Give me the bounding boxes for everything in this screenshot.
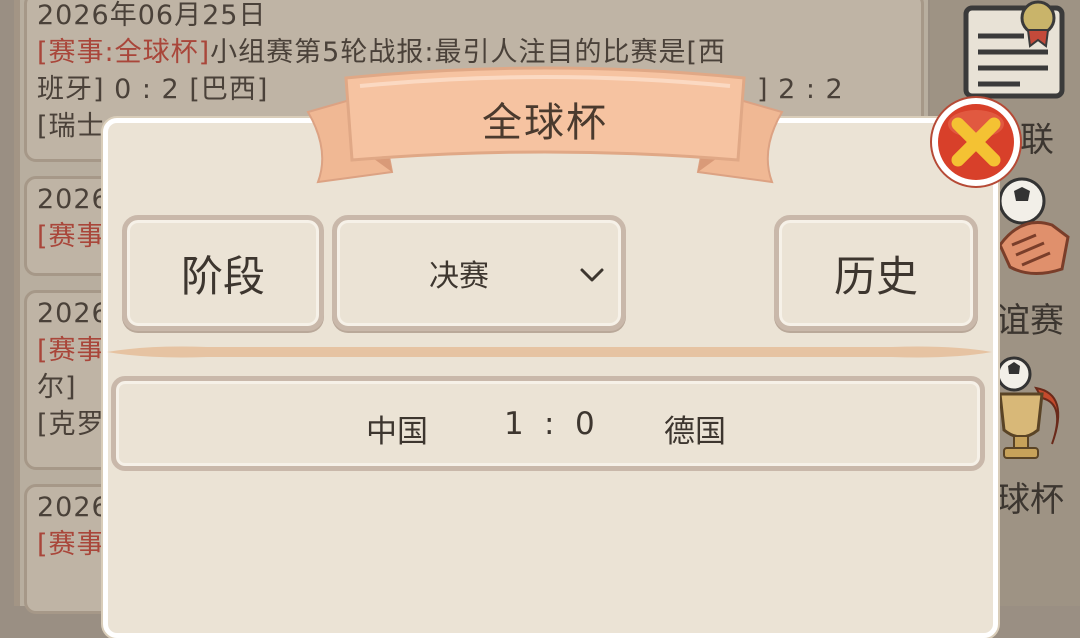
sidebar-item-label: 谊赛: [996, 301, 1064, 341]
away-team: 德国: [664, 414, 726, 450]
stage-select[interactable]: 决赛: [332, 215, 626, 331]
handshake-ball-icon: [998, 177, 1070, 275]
news-date: 2026年06月25日: [37, 0, 267, 31]
divider: [107, 346, 992, 358]
home-team: 中国: [366, 414, 428, 450]
title-banner: 全球杯: [300, 60, 790, 195]
sidebar-item-friendly[interactable]: 谊赛: [990, 175, 1080, 345]
news-tag: [赛事:全球杯]: [37, 37, 211, 68]
news-text: 班牙] 0 : 2 [巴西]: [37, 74, 269, 105]
stage-select-value: 决赛: [429, 259, 489, 294]
close-button[interactable]: [928, 94, 1024, 190]
score-separator: :: [544, 406, 555, 442]
stage-button[interactable]: 阶段: [122, 215, 324, 331]
sidebar-item-label: 球杯: [996, 480, 1064, 520]
sidebar-item-label: 联: [1020, 120, 1054, 160]
stage-button-label: 阶段: [180, 251, 265, 301]
trophy-icon: [996, 356, 1060, 459]
sidebar-item-cup[interactable]: 球杯: [992, 350, 1080, 530]
chevron-down-icon: [580, 268, 604, 282]
dialog-title: 全球杯: [482, 100, 608, 146]
match-result-row[interactable]: 中国 1 : 0 德国: [111, 376, 985, 471]
away-score: 0: [575, 406, 595, 442]
home-score: 1: [504, 406, 524, 442]
history-button[interactable]: 历史: [774, 215, 978, 331]
history-button-label: 历史: [833, 251, 918, 301]
